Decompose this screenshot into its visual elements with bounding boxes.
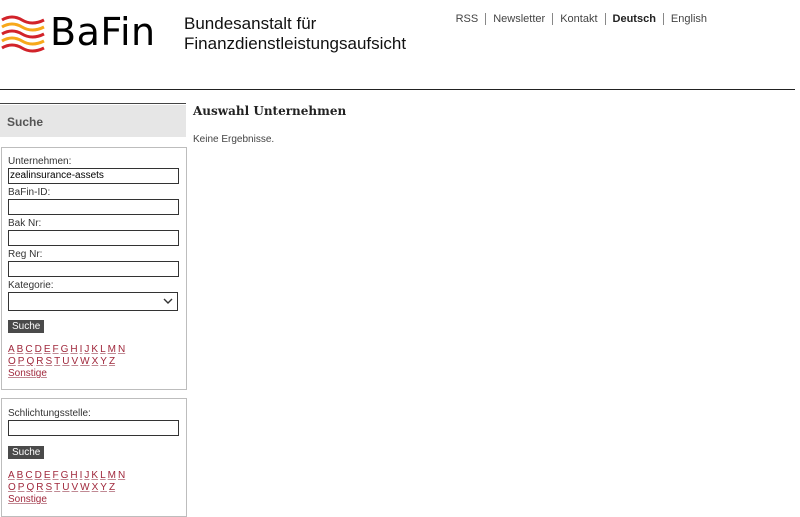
unternehmen-label: Unternehmen: <box>8 156 72 167</box>
institution-name: Bundesanstalt für Finanzdienstleistungsa… <box>184 14 406 54</box>
sonstige-link[interactable]: Sonstige <box>8 494 47 505</box>
kategorie-label: Kategorie: <box>8 280 54 291</box>
alphabet-link-g[interactable]: G <box>61 470 69 481</box>
alphabet-link-v[interactable]: V <box>71 356 78 367</box>
alphabet-link-d[interactable]: D <box>35 344 42 355</box>
alphabet-link-o[interactable]: O <box>8 482 16 493</box>
unternehmen-input[interactable]: zealinsurance-assets <box>8 168 179 184</box>
alphabet-link-s[interactable]: S <box>45 482 52 493</box>
alphabet-link-e[interactable]: E <box>44 344 51 355</box>
alphabet-link-g[interactable]: G <box>61 344 69 355</box>
alphabet-link-p[interactable]: P <box>18 482 25 493</box>
sidebar-header: Suche <box>0 105 186 137</box>
alphabet-link-x[interactable]: X <box>92 356 99 367</box>
alphabet-link-s[interactable]: S <box>45 356 52 367</box>
institution-line-2: Finanzdienstleistungsaufsicht <box>184 34 407 53</box>
alphabet-link-t[interactable]: T <box>54 482 60 493</box>
page-title: Auswahl Unternehmen <box>193 104 347 118</box>
alphabet-link-q[interactable]: Q <box>26 482 34 493</box>
nav-rss[interactable]: RSS <box>449 13 486 25</box>
company-search-button[interactable]: Suche <box>8 320 45 333</box>
alphabet-link-r[interactable]: R <box>36 356 43 367</box>
alphabet-row-1: ABCDEFGHIJKLMN <box>8 470 127 482</box>
alphabet-link-l[interactable]: L <box>100 470 106 481</box>
alphabet-link-j[interactable]: J <box>84 470 89 481</box>
alphabet-link-w[interactable]: W <box>80 356 89 367</box>
alphabet-link-e[interactable]: E <box>44 470 51 481</box>
alphabet-link-u[interactable]: U <box>62 482 69 493</box>
alphabet-link-k[interactable]: K <box>91 470 98 481</box>
alphabet-link-f[interactable]: F <box>52 470 58 481</box>
alphabet-link-z[interactable]: Z <box>109 356 115 367</box>
alphabet-link-u[interactable]: U <box>62 356 69 367</box>
alphabet-other-wrap: Sonstige <box>8 494 49 506</box>
alphabet-link-a[interactable]: A <box>8 470 15 481</box>
alphabet-other-wrap: Sonstige <box>8 368 49 380</box>
alphabet-link-b[interactable]: B <box>17 470 24 481</box>
nav-kontakt[interactable]: Kontakt <box>552 13 604 25</box>
company-search-panel: Unternehmen: zealinsurance-assets BaFin-… <box>1 147 187 390</box>
no-results-message: Keine Ergebnisse. <box>193 134 275 145</box>
alphabet-link-m[interactable]: M <box>108 470 116 481</box>
alphabet-link-p[interactable]: P <box>18 356 25 367</box>
institution-line-1: Bundesanstalt für <box>184 14 317 33</box>
alphabet-link-h[interactable]: H <box>70 470 77 481</box>
nav-deutsch[interactable]: Deutsch <box>604 13 663 25</box>
alphabet-link-q[interactable]: Q <box>26 356 34 367</box>
reg-nr-label: Reg Nr: <box>8 249 43 260</box>
alphabet-link-j[interactable]: J <box>84 344 89 355</box>
alphabet-link-y[interactable]: Y <box>100 482 107 493</box>
chevron-down-icon <box>163 298 173 304</box>
alphabet-link-v[interactable]: V <box>71 482 78 493</box>
nav-newsletter[interactable]: Newsletter <box>485 13 552 25</box>
alphabet-link-b[interactable]: B <box>17 344 24 355</box>
schlichtungsstelle-label: Schlichtungsstelle: <box>8 408 91 419</box>
alphabet-link-z[interactable]: Z <box>109 482 115 493</box>
arbitration-search-button[interactable]: Suche <box>8 446 45 459</box>
alphabet-link-d[interactable]: D <box>35 470 42 481</box>
alphabet-link-y[interactable]: Y <box>100 356 107 367</box>
logo-wordmark: BaFin <box>50 10 156 54</box>
alphabet-link-n[interactable]: N <box>118 344 125 355</box>
bafin-id-input[interactable] <box>8 199 179 215</box>
header-divider <box>0 89 795 90</box>
alphabet-link-m[interactable]: M <box>108 344 116 355</box>
alphabet-link-x[interactable]: X <box>92 482 99 493</box>
schlichtungsstelle-input[interactable] <box>8 420 179 436</box>
bak-nr-input[interactable] <box>8 230 179 246</box>
alphabet-link-n[interactable]: N <box>118 470 125 481</box>
alphabet-link-w[interactable]: W <box>80 482 89 493</box>
bafin-wave-logo-icon <box>1 15 45 53</box>
alphabet-link-o[interactable]: O <box>8 356 16 367</box>
arbitration-search-panel: Schlichtungsstelle: Suche ABCDEFGHIJKLMN… <box>1 398 187 517</box>
nav-english[interactable]: English <box>662 13 714 25</box>
sonstige-link[interactable]: Sonstige <box>8 368 47 379</box>
alphabet-link-t[interactable]: T <box>54 356 60 367</box>
alphabet-row-1: ABCDEFGHIJKLMN <box>8 344 127 356</box>
alphabet-link-h[interactable]: H <box>70 344 77 355</box>
bafin-id-label: BaFin-ID: <box>8 187 51 198</box>
alphabet-link-r[interactable]: R <box>36 482 43 493</box>
alphabet-link-f[interactable]: F <box>52 344 58 355</box>
alphabet-link-c[interactable]: C <box>25 470 32 481</box>
bak-nr-label: Bak Nr: <box>8 218 42 229</box>
alphabet-row-2: OPQRSTUVWXYZ <box>8 356 117 368</box>
reg-nr-input[interactable] <box>8 261 179 277</box>
alphabet-link-c[interactable]: C <box>25 344 32 355</box>
alphabet-row-2: OPQRSTUVWXYZ <box>8 482 117 494</box>
alphabet-link-l[interactable]: L <box>100 344 106 355</box>
alphabet-link-i[interactable]: I <box>80 470 83 481</box>
kategorie-select[interactable] <box>8 292 178 311</box>
sidebar-divider <box>0 103 186 104</box>
top-navigation: RSS Newsletter Kontakt Deutsch English <box>449 13 714 25</box>
alphabet-link-i[interactable]: I <box>80 344 83 355</box>
sidebar-title: Suche <box>7 115 44 129</box>
alphabet-link-k[interactable]: K <box>91 344 98 355</box>
alphabet-link-a[interactable]: A <box>8 344 15 355</box>
